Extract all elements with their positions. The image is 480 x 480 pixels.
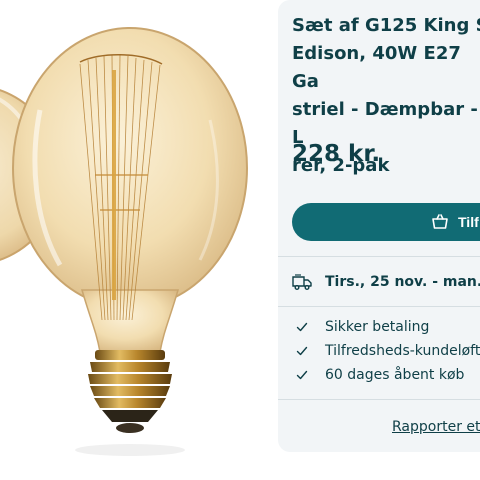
divider <box>278 306 480 307</box>
divider <box>278 399 480 400</box>
benefit-label: 60 dages åbent køb <box>325 367 465 383</box>
divider <box>278 256 480 257</box>
bulb-illustration <box>0 27 248 456</box>
product-price: 228 kr. <box>292 141 381 167</box>
report-item-link[interactable]: Rapporter et j <box>392 418 480 436</box>
check-icon <box>296 346 308 356</box>
delivery-date-range: Tirs., 25 nov. - man., 1 d <box>325 274 480 290</box>
truck-icon <box>292 274 312 290</box>
add-to-cart-button[interactable]: Tilf <box>292 203 480 241</box>
benefit-label: Tilfredsheds-kundeløfte <box>325 343 480 359</box>
benefit-item: Sikker betaling <box>292 318 480 342</box>
delivery-estimate: Tirs., 25 nov. - man., 1 d <box>292 272 480 294</box>
benefit-list: Sikker betaling Tilfredsheds-kundeløfte … <box>292 318 480 390</box>
product-panel: Sæt af G125 King S Edison, 40W E27 Ga st… <box>278 0 480 452</box>
benefit-label: Sikker betaling <box>325 319 430 335</box>
add-to-cart-label: Tilf <box>458 214 479 230</box>
product-image[interactable] <box>0 0 262 480</box>
benefit-item: Tilfredsheds-kundeløfte <box>292 342 480 366</box>
shopping-basket-icon <box>432 214 448 229</box>
check-icon <box>296 370 308 380</box>
benefit-item: 60 dages åbent køb <box>292 366 480 390</box>
check-icon <box>296 322 308 332</box>
